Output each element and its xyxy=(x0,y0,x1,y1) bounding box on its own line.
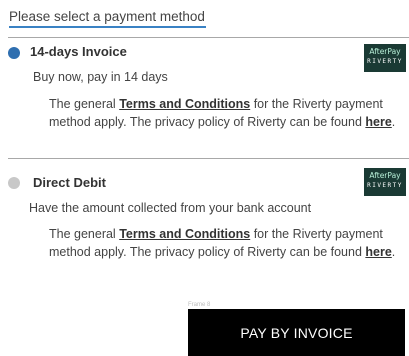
pay-by-invoice-button[interactable]: PAY BY INVOICE xyxy=(188,309,405,356)
logo-afterpay-text: AfterPay xyxy=(369,47,401,56)
heading: Please select a payment method xyxy=(9,9,205,24)
terms-direct-debit: The general Terms and Conditions for the… xyxy=(49,225,409,261)
radio-direct-debit[interactable] xyxy=(8,177,20,189)
option-description-direct-debit: Have the amount collected from your bank… xyxy=(29,201,312,215)
option-title-invoice[interactable]: 14-days Invoice xyxy=(30,44,127,59)
divider-middle xyxy=(8,158,409,159)
logo-riverty-text: RIVERTY xyxy=(367,58,403,65)
terms-before-text: The general xyxy=(49,227,120,241)
riverty-logo-direct-debit: AfterPay RIVERTY xyxy=(364,168,406,196)
privacy-here-link[interactable]: here xyxy=(365,245,391,259)
riverty-logo-invoice: AfterPay RIVERTY xyxy=(364,44,406,72)
terms-and-conditions-link[interactable]: Terms and Conditions xyxy=(119,227,250,241)
option-description-invoice: Buy now, pay in 14 days xyxy=(33,70,168,84)
frame-label: Frame 8 xyxy=(188,302,211,308)
terms-and-conditions-link[interactable]: Terms and Conditions xyxy=(119,97,250,111)
heading-underline xyxy=(9,26,206,28)
logo-afterpay-text: AfterPay xyxy=(369,171,401,180)
terms-end-text: . xyxy=(391,245,396,259)
radio-invoice[interactable] xyxy=(8,47,20,59)
logo-riverty-text: RIVERTY xyxy=(367,182,403,189)
option-title-direct-debit[interactable]: Direct Debit xyxy=(33,175,106,190)
terms-end-text: . xyxy=(391,115,396,129)
privacy-here-link[interactable]: here xyxy=(365,115,391,129)
terms-before-text: The general xyxy=(49,97,120,111)
terms-invoice: The general Terms and Conditions for the… xyxy=(49,95,409,131)
divider-top xyxy=(8,37,409,38)
